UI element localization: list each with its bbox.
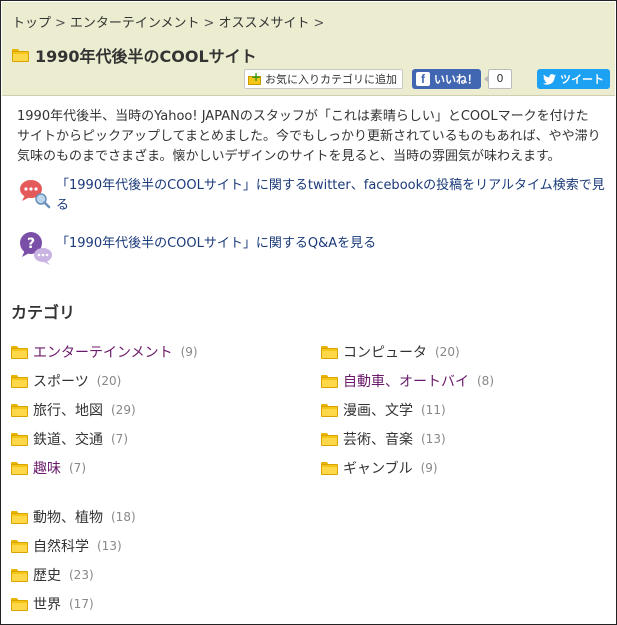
category-link[interactable]: 漫画、文学: [343, 400, 413, 420]
realtime-search-link-line: る: [56, 198, 70, 213]
qa-question-icon: ?: [20, 232, 52, 265]
description-line: 気味のものまでさまざま。懐かしいデザインのサイトを見ると、当時の雰囲気が味わえま…: [17, 149, 561, 164]
category-count: (7): [111, 432, 128, 446]
facebook-like-button[interactable]: f いいね！: [412, 69, 481, 89]
category-item: 趣味 (7): [11, 458, 86, 478]
breadcrumb-entertainment[interactable]: エンターテインメント: [70, 16, 200, 31]
categories-heading: カテゴリ: [11, 303, 76, 322]
folder-icon: [11, 510, 28, 524]
category-item: 歴史 (23): [11, 565, 94, 585]
category-link[interactable]: 動物、植物: [33, 507, 103, 527]
tweet-label: ツイート: [560, 73, 604, 86]
category-item: コンピュータ (20): [321, 342, 460, 362]
title-row: 1990年代後半のCOOLサイト: [12, 43, 257, 67]
category-link[interactable]: 自然科学: [33, 536, 89, 556]
description-line: サイトからピックアップしてまとめました。今でもしっかり更新されているものもあれば…: [17, 129, 601, 144]
folder-icon: [11, 374, 28, 388]
category-count: (20): [435, 345, 460, 359]
folder-icon: [321, 461, 338, 475]
category-item: 自動車、オートバイ (8): [321, 371, 494, 391]
category-item: 動物、植物 (18): [11, 507, 136, 527]
facebook-like-label: いいね！: [434, 73, 478, 86]
qa-link[interactable]: 「1990年代後半のCOOLサイト」に関するQ&Aを見る: [56, 234, 376, 254]
folder-icon: [11, 539, 28, 553]
folder-icon: [11, 403, 28, 417]
breadcrumb-recommended[interactable]: オススメサイト: [218, 16, 309, 31]
folder-icon: [321, 345, 338, 359]
category-item: 鉄道、交通 (7): [11, 429, 128, 449]
folder-icon: [321, 432, 338, 446]
folder-icon: [11, 432, 28, 446]
category-item: 世界 (17): [11, 594, 94, 614]
folder-icon: [11, 345, 28, 359]
page-header: トップ > エンターテインメント > オススメサイト > 1990年代後半のCOOLサイト…: [2, 2, 615, 96]
category-count: (17): [69, 597, 94, 611]
category-count: (9): [180, 345, 198, 359]
category-count: (13): [421, 432, 446, 446]
tweet-button[interactable]: ツイート: [537, 69, 610, 89]
folder-icon: [12, 48, 29, 62]
category-link[interactable]: 世界: [33, 594, 61, 614]
realtime-search-icon: [20, 180, 51, 209]
description-line: 1990年代後半、当時のYahoo! JAPANのスタッフが「これは素晴らしい」…: [17, 109, 589, 124]
page-frame: トップ > エンターテインメント > オススメサイト > 1990年代後半のCOOLサイト…: [0, 0, 617, 625]
category-count: (7): [69, 461, 86, 475]
category-item: 漫画、文学 (11): [321, 400, 446, 420]
breadcrumb-separator: >: [313, 16, 325, 31]
category-link[interactable]: 趣味: [33, 458, 61, 478]
category-link[interactable]: スポーツ: [33, 371, 89, 391]
folder-icon: [321, 403, 338, 417]
category-item: 芸術、音楽 (13): [321, 429, 446, 449]
category-link[interactable]: 旅行、地図: [33, 400, 103, 420]
category-link[interactable]: 歴史: [33, 565, 61, 585]
folder-icon: [11, 568, 28, 582]
page-description: 1990年代後半、当時のYahoo! JAPANのスタッフが「これは素晴らしい」…: [17, 107, 607, 167]
category-count: (13): [97, 539, 122, 553]
add-favorite-category-button[interactable]: + お気に入りカテゴリに追加: [244, 69, 403, 89]
page-title: 1990年代後半のCOOLサイト: [35, 47, 257, 66]
realtime-search-link-line: 「1990年代後半のCOOLサイト」に関するtwitter、facebookの投…: [56, 178, 605, 193]
category-count: (11): [421, 403, 446, 417]
facebook-like-count: 0: [484, 69, 512, 89]
category-link[interactable]: 鉄道、交通: [33, 429, 103, 449]
category-item: エンターテインメント (9): [11, 342, 198, 362]
realtime-search-row: 「1990年代後半のCOOLサイト」に関するtwitter、facebookの投…: [17, 176, 605, 216]
facebook-icon: f: [416, 72, 430, 86]
breadcrumb-top[interactable]: トップ: [12, 16, 51, 31]
category-item: 自然科学 (13): [11, 536, 122, 556]
category-item: ギャンブル (9): [321, 458, 438, 478]
twitter-bird-icon: [543, 73, 556, 85]
breadcrumb: トップ > エンターテインメント > オススメサイト >: [12, 12, 328, 31]
category-count: (20): [96, 374, 122, 388]
folder-icon: [11, 461, 28, 475]
add-folder-icon: +: [248, 71, 262, 86]
folder-icon: [321, 374, 338, 388]
category-link[interactable]: コンピュータ: [343, 342, 427, 362]
qa-row: ? 「1990年代後半のCOOLサイト」に関するQ&Aを見る: [17, 231, 376, 267]
category-item: 旅行、地図 (29): [11, 400, 136, 420]
category-link[interactable]: ギャンブル: [343, 458, 413, 478]
category-count: (18): [111, 510, 136, 524]
category-count: (8): [477, 374, 494, 388]
category-link[interactable]: 芸術、音楽: [343, 429, 413, 449]
category-item: スポーツ (20): [11, 371, 121, 391]
folder-icon: [11, 597, 28, 611]
svg-text:?: ?: [27, 236, 35, 252]
breadcrumb-separator: >: [203, 16, 215, 31]
add-favorite-label: お気に入りカテゴリに追加: [265, 73, 397, 86]
category-count: (9): [420, 461, 438, 475]
realtime-search-link[interactable]: 「1990年代後半のCOOLサイト」に関するtwitter、facebookの投…: [56, 176, 605, 216]
category-link[interactable]: エンターテインメント: [33, 342, 173, 362]
category-count: (23): [69, 568, 94, 582]
breadcrumb-separator: >: [55, 16, 66, 31]
category-count: (29): [111, 403, 136, 417]
category-link[interactable]: 自動車、オートバイ: [343, 371, 469, 391]
